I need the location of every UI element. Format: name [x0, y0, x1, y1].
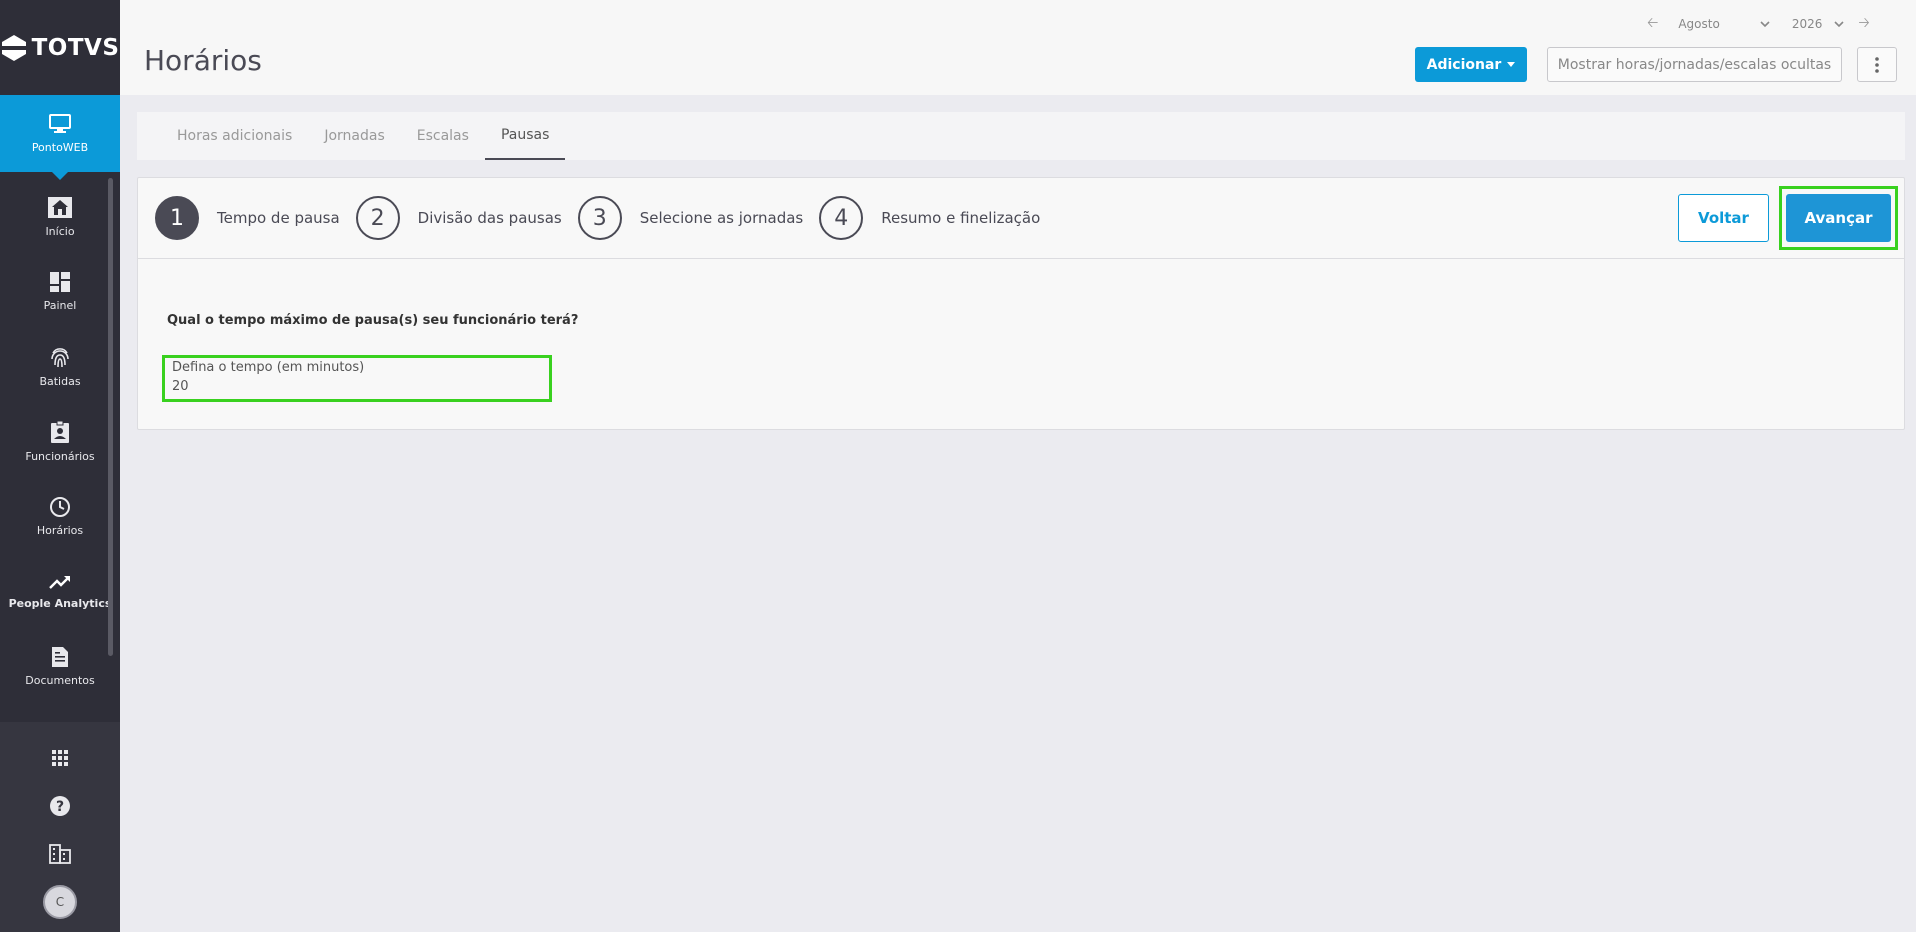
sidebar-item-horarios[interactable]: Horários	[0, 479, 120, 554]
sidebar-item-label: Painel	[43, 299, 77, 312]
previous-period-icon[interactable]: 🡠	[1647, 12, 1658, 36]
building-icon	[49, 844, 71, 864]
trending-up-icon	[49, 576, 70, 589]
month-select[interactable]: Agosto	[1678, 17, 1770, 31]
sidebar-item-label: Batidas	[39, 375, 81, 388]
logo-text: TOTVS	[31, 34, 120, 61]
dashboard-icon	[50, 272, 70, 292]
wizard-stepper: 1 Tempo de pausa 2 Divisão das pausas 3 …	[138, 178, 1904, 259]
show-hidden-button[interactable]: Mostrar horas/jornadas/escalas ocultas	[1547, 47, 1842, 82]
totvs-logo[interactable]: TOTVS	[0, 0, 120, 95]
next-button[interactable]: Avançar	[1786, 194, 1891, 242]
step-label: Resumo e finelização	[881, 209, 1041, 227]
sidebar-item-label: Início	[45, 225, 75, 238]
pause-question: Qual o tempo máximo de pausa(s) seu func…	[167, 313, 579, 328]
step-label: Divisão das pausas	[417, 209, 562, 227]
monitor-icon	[49, 114, 71, 133]
sidebar-item-painel[interactable]: Painel	[0, 254, 120, 329]
add-button-label: Adicionar	[1426, 56, 1502, 73]
sidebar-item-documentos[interactable]: Documentos	[0, 629, 120, 704]
step-number: 2	[355, 196, 400, 240]
help-icon: ?	[50, 796, 70, 816]
sidebar: TOTVS PontoWEB Início Painel Batidas Fun…	[0, 0, 120, 932]
sidebar-bottom: ? C	[0, 722, 120, 932]
document-icon	[52, 647, 68, 667]
svg-text:?: ?	[56, 799, 64, 815]
tab-escalas[interactable]: Escalas	[401, 112, 485, 160]
wizard-card: 1 Tempo de pausa 2 Divisão das pausas 3 …	[137, 177, 1905, 430]
user-menu[interactable]: C	[0, 878, 120, 926]
month-value: Agosto	[1678, 17, 1720, 31]
tab-pausas[interactable]: Pausas	[484, 112, 566, 160]
step-number: 3	[577, 196, 622, 240]
year-select[interactable]: 2026	[1792, 17, 1845, 31]
company-button[interactable]	[0, 830, 120, 878]
back-button[interactable]: Voltar	[1678, 194, 1769, 242]
sidebar-item-inicio[interactable]: Início	[0, 179, 120, 254]
step-3: 3 Selecione as jornadas	[577, 196, 804, 240]
pause-time-label: Defina o tempo (em minutos)	[172, 360, 365, 375]
chevron-down-icon	[1834, 21, 1844, 28]
badge-icon	[51, 420, 69, 443]
step-2: 2 Divisão das pausas	[355, 196, 562, 240]
tab-bar: Horas adicionais Jornadas Escalas Pausas	[137, 112, 1905, 160]
page-title: Horários	[144, 44, 262, 77]
home-icon	[48, 197, 72, 218]
help-button[interactable]: ?	[0, 782, 120, 830]
avatar: C	[43, 885, 77, 919]
add-button[interactable]: Adicionar	[1415, 47, 1527, 82]
sidebar-item-batidas[interactable]: Batidas	[0, 329, 120, 404]
step-4: 4 Resumo e finelização	[819, 196, 1040, 240]
clock-icon	[50, 497, 70, 517]
year-value: 2026	[1791, 17, 1823, 31]
pause-time-field[interactable]: Defina o tempo (em minutos)	[162, 355, 552, 402]
step-1: 1 Tempo de pausa	[155, 196, 340, 240]
sidebar-item-label: People Analytics	[8, 597, 112, 610]
page-header: Horários 🡠 Agosto 2026 🡢 Adicionar Mostr…	[120, 0, 1916, 95]
step-number: 4	[819, 196, 864, 240]
sidebar-item-label: Horários	[36, 524, 84, 537]
totvs-logo-icon	[1, 34, 26, 61]
period-selector: 🡠 Agosto 2026 🡢	[1647, 12, 1870, 36]
pause-time-input[interactable]	[172, 379, 542, 394]
sidebar-item-funcionarios[interactable]: Funcionários	[0, 404, 120, 479]
sidebar-item-people-analytics[interactable]: People Analytics	[0, 554, 120, 629]
tab-jornadas[interactable]: Jornadas	[308, 112, 400, 160]
caret-down-icon	[1507, 62, 1516, 67]
apps-grid-icon	[52, 750, 68, 766]
fingerprint-icon	[51, 348, 69, 368]
next-period-icon[interactable]: 🡢	[1858, 12, 1869, 36]
sidebar-item-label: Documentos	[25, 674, 95, 687]
step-label: Selecione as jornadas	[639, 209, 804, 227]
apps-button[interactable]	[0, 734, 120, 782]
more-options-button[interactable]	[1857, 47, 1897, 82]
step-label: Tempo de pausa	[217, 209, 340, 227]
module-pontoweb[interactable]: PontoWEB	[0, 95, 120, 180]
step-number: 1	[155, 196, 199, 240]
tab-horas-adicionais[interactable]: Horas adicionais	[161, 112, 308, 160]
sidebar-item-label: Funcionários	[25, 450, 95, 463]
module-label: PontoWEB	[31, 141, 89, 154]
sidebar-scrollbar[interactable]	[108, 178, 113, 656]
more-vertical-icon	[1875, 56, 1879, 73]
chevron-down-icon	[1760, 21, 1770, 28]
